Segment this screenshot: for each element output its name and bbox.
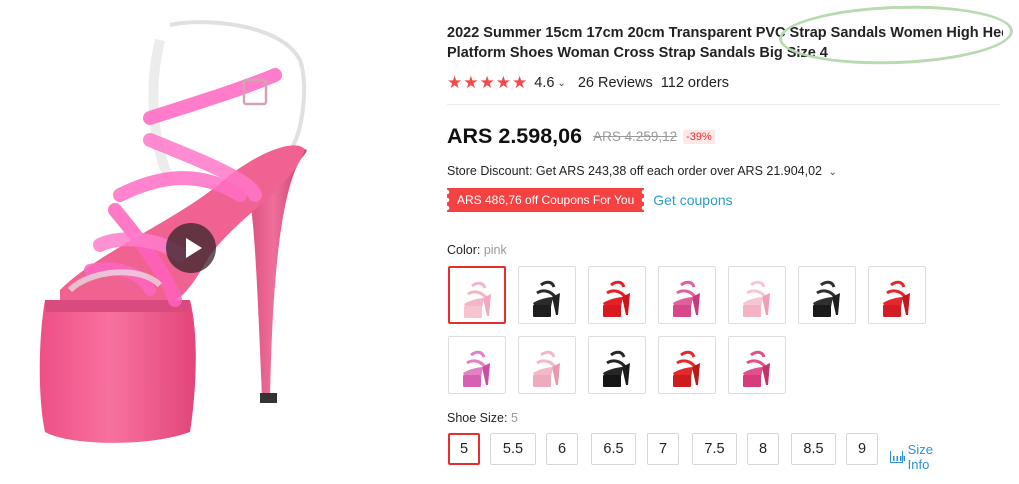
price-row: ARS 2.598,06 ARS 4.259,12 -39%: [447, 124, 715, 149]
swatch-shoe-thumbnail: [463, 350, 490, 387]
color-swatch[interactable]: [658, 266, 716, 324]
current-price: ARS 2.598,06: [447, 124, 583, 148]
product-title-line: 2022 Summer 15cm 17cm 20cm Transparent P…: [447, 25, 1003, 41]
color-swatch[interactable]: [448, 266, 506, 324]
color-swatch[interactable]: [588, 266, 646, 324]
color-swatch[interactable]: [448, 336, 506, 394]
swatch-shoe-thumbnail: [533, 280, 560, 317]
rating-row: ★★★★★ 4.6 ⌄ 26 Reviews 112 orders: [447, 72, 729, 94]
size-option-button[interactable]: 8: [747, 433, 779, 465]
size-option-button[interactable]: 8.5: [791, 433, 836, 465]
color-swatch[interactable]: [728, 266, 786, 324]
coupon-row: ARS 486,76 off Coupons For You Get coupo…: [447, 188, 733, 212]
star-icon: ★: [512, 73, 528, 92]
selected-size-value: 5: [510, 411, 518, 425]
original-price: ARS 4.259,12: [593, 129, 678, 144]
reviews-link[interactable]: 26 Reviews: [578, 75, 653, 91]
get-coupons-link[interactable]: Get coupons: [653, 192, 732, 208]
swatch-shoe-thumbnail: [603, 280, 630, 317]
color-swatch[interactable]: [588, 336, 646, 394]
coupon-tag[interactable]: ARS 486,76 off Coupons For You: [447, 188, 645, 212]
chevron-down-icon[interactable]: ⌄: [828, 167, 836, 178]
swatch-shoe-thumbnail: [673, 280, 700, 317]
color-swatch[interactable]: [728, 336, 786, 394]
color-label-text: Color:: [447, 243, 481, 257]
star-icon: ★: [463, 73, 479, 92]
size-option-button[interactable]: 6: [546, 433, 578, 465]
product-main-image[interactable]: [0, 0, 440, 484]
color-swatch[interactable]: [658, 336, 716, 394]
size-info-label: Size Info: [907, 442, 933, 472]
product-image-gallery: [0, 0, 440, 484]
color-swatch[interactable]: [868, 266, 926, 324]
star-rating: ★★★★★: [447, 73, 528, 93]
ruler-icon: [890, 451, 905, 463]
swatch-shoe-thumbnail: [464, 281, 491, 318]
star-icon: ★: [479, 73, 495, 92]
size-option-button[interactable]: 5.5: [490, 433, 536, 465]
star-icon: ★: [495, 73, 511, 92]
size-option-button[interactable]: 9: [846, 433, 878, 465]
orders-count: 112 orders: [660, 75, 730, 91]
size-option-button[interactable]: 5: [448, 433, 480, 465]
swatch-shoe-thumbnail: [743, 350, 770, 387]
size-label-text: Shoe Size:: [447, 411, 508, 425]
color-swatch[interactable]: [518, 266, 576, 324]
swatch-shoe-thumbnail: [743, 280, 770, 317]
star-icon: ★: [447, 73, 463, 92]
size-option-button[interactable]: 7.5: [692, 433, 737, 465]
discount-badge: -39%: [683, 129, 715, 144]
size-option-button[interactable]: 7: [647, 433, 679, 465]
size-option-button[interactable]: 6.5: [591, 433, 636, 465]
size-info-link[interactable]: Size Info: [890, 442, 939, 472]
rating-value[interactable]: 4.6: [534, 75, 554, 91]
color-label: Color: pink: [447, 243, 507, 257]
store-discount-text: Store Discount: Get ARS 243,38 off each …: [447, 164, 822, 178]
swatch-shoe-thumbnail: [603, 350, 630, 387]
color-swatch[interactable]: [518, 336, 576, 394]
size-label: Shoe Size: 5: [447, 411, 518, 425]
product-info-panel: 2022 Summer 15cm 17cm 20cm Transparent P…: [447, 0, 1019, 484]
selected-color-value: pink: [483, 243, 507, 257]
swatch-shoe-thumbnail: [533, 350, 560, 387]
color-swatch[interactable]: [798, 266, 856, 324]
store-discount[interactable]: Store Discount: Get ARS 243,38 off each …: [447, 164, 837, 178]
swatch-shoe-thumbnail: [673, 350, 700, 387]
divider: [447, 104, 1000, 105]
product-title: 2022 Summer 15cm 17cm 20cm Transparent P…: [447, 23, 1003, 63]
swatch-shoe-thumbnail: [813, 280, 840, 317]
swatch-shoe-thumbnail: [883, 280, 910, 317]
play-video-button[interactable]: [166, 223, 216, 273]
chevron-down-icon[interactable]: ⌄: [557, 78, 565, 89]
product-title-line: Platform Shoes Woman Cross Strap Sandals…: [447, 45, 828, 61]
